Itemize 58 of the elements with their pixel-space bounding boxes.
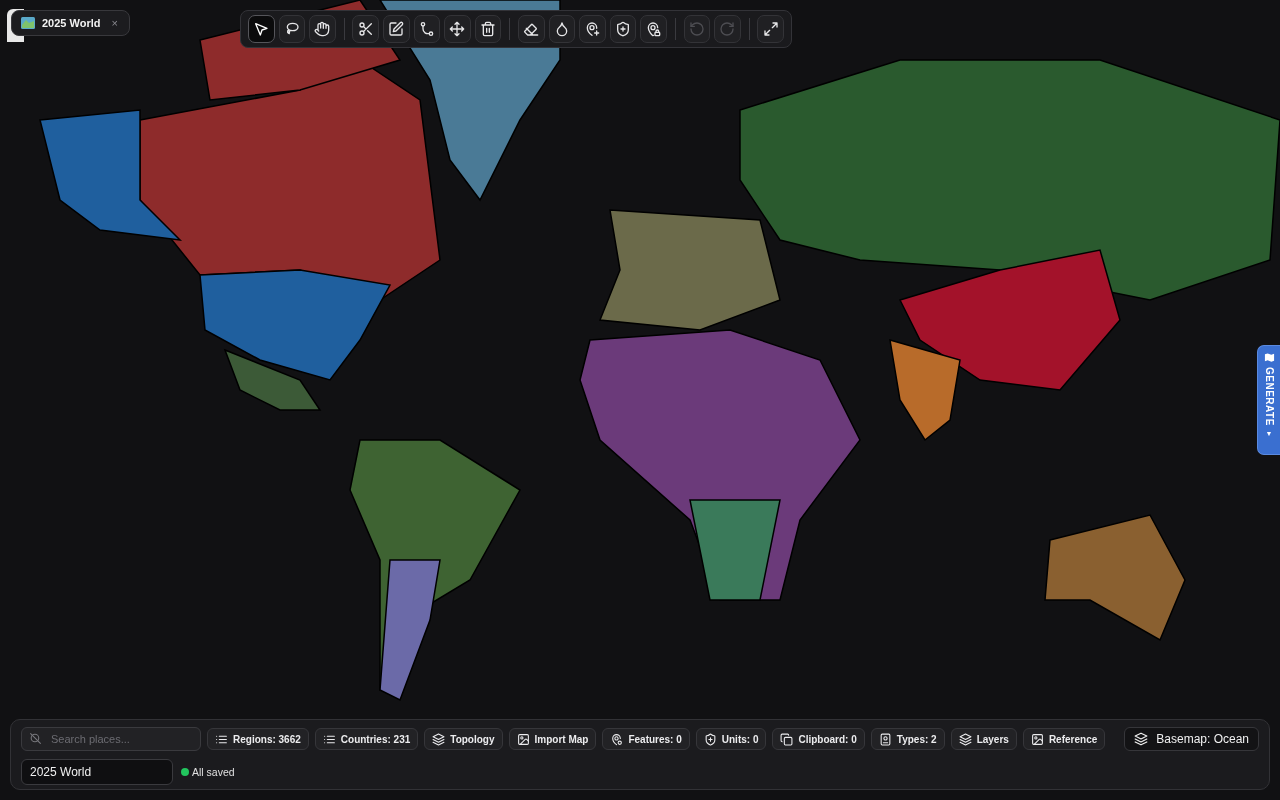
search-field[interactable]: Search places...: [21, 727, 201, 751]
id-badge-icon: [878, 732, 892, 746]
save-status: All saved: [192, 766, 235, 778]
pointer-icon: [253, 21, 270, 37]
close-button[interactable]: ×: [111, 17, 118, 29]
tool-button[interactable]: [579, 15, 606, 43]
node-path-icon: [418, 21, 435, 37]
pencil-square-icon: [388, 21, 405, 37]
chip-button[interactable]: Layers: [950, 728, 1017, 750]
tool-button[interactable]: [278, 15, 306, 43]
chip-button[interactable]: Clipboard: 0: [772, 728, 865, 750]
generate-label: GENERATE: [1263, 367, 1275, 426]
layers-icon: [958, 732, 972, 746]
pin-lock-icon: [645, 21, 662, 37]
move-icon: [449, 21, 466, 37]
tool-button[interactable]: [548, 15, 576, 43]
chip-button[interactable]: Reference: [1022, 728, 1106, 750]
map-icon: [21, 17, 35, 29]
layers-icon: [1134, 732, 1149, 746]
tool-button[interactable]: [518, 15, 545, 43]
chip-button[interactable]: Regions: 3662: [207, 728, 309, 750]
redo-icon: [719, 21, 736, 37]
tool-button[interactable]: [309, 15, 336, 43]
map-name-field[interactable]: 2025 World: [21, 759, 173, 785]
image-icon: [516, 732, 530, 746]
tool-button[interactable]: [444, 15, 471, 43]
hand-icon: [314, 21, 331, 37]
scissors-icon: [357, 21, 374, 37]
tab-title: 2025 World: [42, 17, 101, 29]
image-icon: [1030, 732, 1044, 746]
copy-icon: [780, 732, 794, 746]
chip-button[interactable]: Features: 0: [602, 728, 690, 750]
chip-button[interactable]: Import Map: [508, 728, 597, 750]
expand-icon: [762, 21, 779, 37]
document-tab[interactable]: 2025 World ×: [11, 10, 130, 36]
chip-button[interactable]: Units: 0: [695, 728, 767, 750]
shield-plus-icon: [614, 21, 631, 37]
tool-button[interactable]: [352, 15, 379, 43]
search-off-icon: [29, 732, 42, 745]
map-icon: [1263, 352, 1275, 363]
tool-button[interactable]: [609, 15, 637, 43]
tool-button[interactable]: [413, 15, 441, 43]
pin-plus-icon: [584, 21, 601, 37]
tool-button[interactable]: [474, 15, 502, 43]
pin-gear-icon: [610, 732, 624, 746]
chip-button[interactable]: Countries: 231: [314, 728, 419, 750]
chip-button[interactable]: Types: 2: [870, 728, 945, 750]
tool-button[interactable]: [757, 15, 784, 43]
trash-icon: [479, 21, 496, 37]
undo-icon: [688, 21, 705, 37]
shield-icon: [703, 732, 717, 746]
eraser-icon: [523, 21, 540, 37]
tool-button[interactable]: [248, 15, 275, 43]
layers-icon: [432, 732, 446, 746]
tool-button[interactable]: [640, 15, 667, 43]
chip-button[interactable]: Topology: [424, 728, 503, 750]
basemap-button[interactable]: Basemap: Ocean: [1124, 727, 1259, 751]
tool-button[interactable]: [383, 15, 410, 43]
